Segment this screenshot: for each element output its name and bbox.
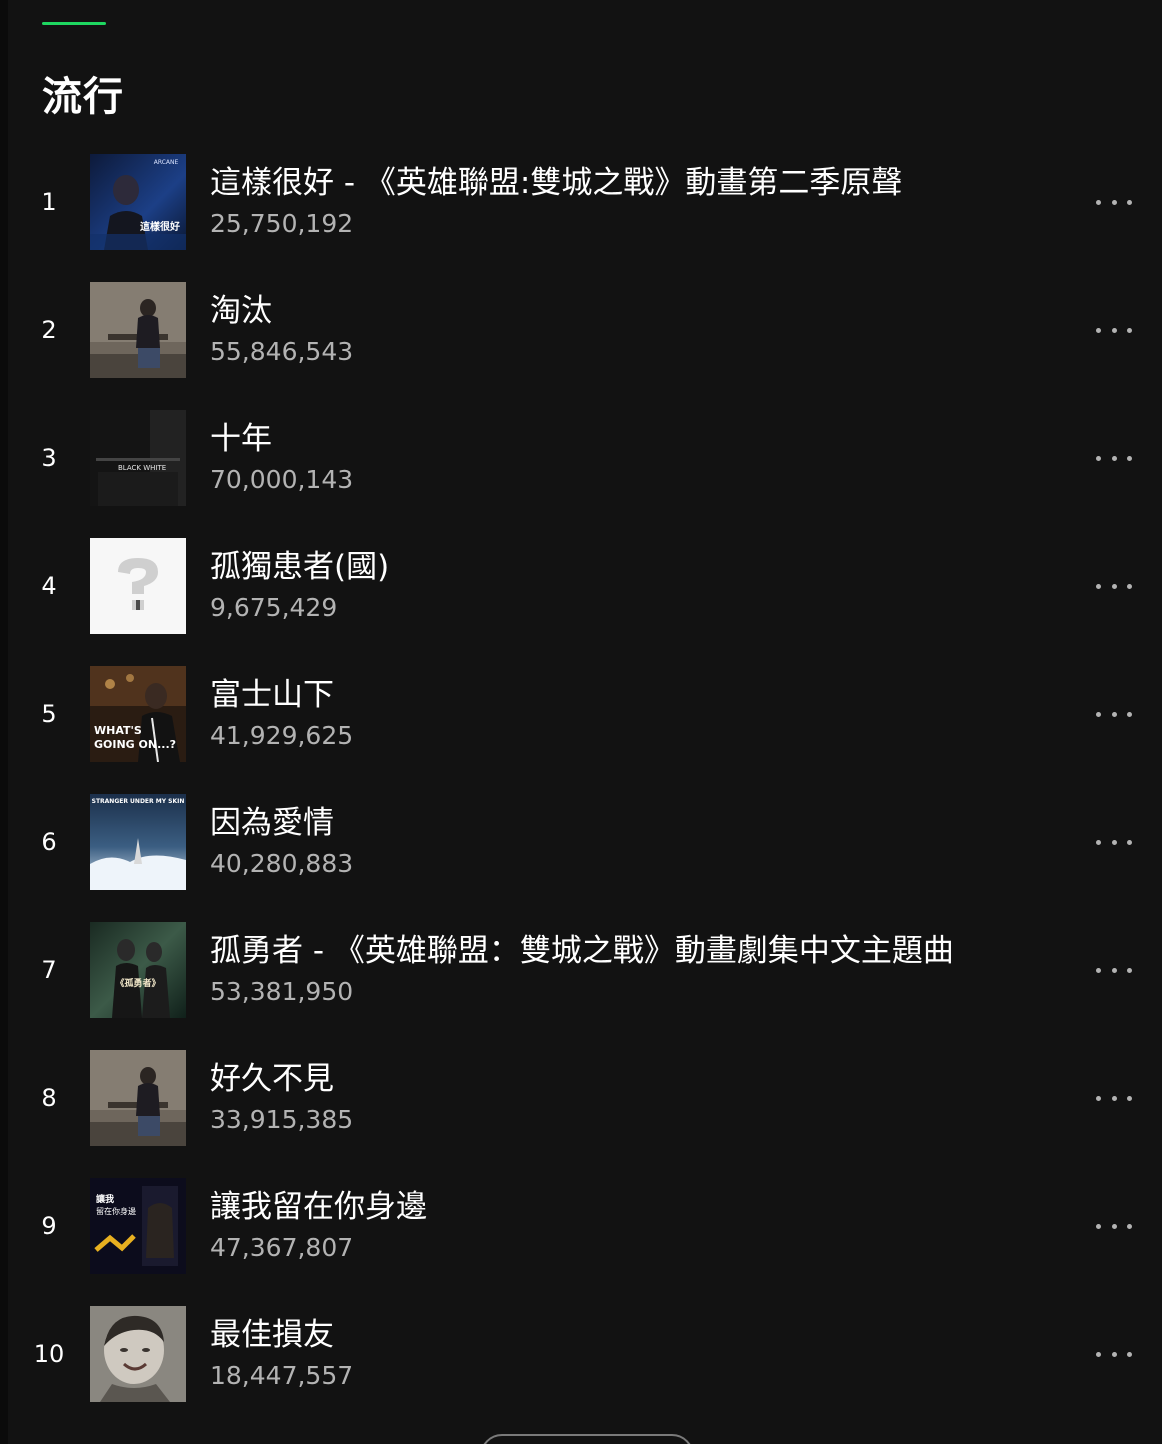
album-cover[interactable]: STRANGER UNDER MY SKIN [90, 794, 186, 890]
track-rank: 4 [41, 572, 57, 600]
album-cover[interactable]: BLACK WHITE [90, 410, 186, 506]
cover-caption: BLACK WHITE [118, 464, 166, 472]
album-cover[interactable]: ARCANE 這樣很好 [90, 154, 186, 250]
album-cover[interactable]: 讓我 留在你身邊 [90, 1178, 186, 1274]
play-count: 9,675,429 [210, 593, 338, 622]
more-options-button[interactable] [1096, 1340, 1132, 1368]
more-options-button[interactable] [1096, 1212, 1132, 1240]
track-title[interactable]: 富士山下 [210, 676, 334, 714]
track-title[interactable]: 因為愛情 [210, 804, 334, 842]
play-count: 25,750,192 [210, 209, 354, 238]
more-horizontal-icon [1096, 711, 1101, 717]
more-options-button[interactable] [1096, 956, 1132, 984]
track-title[interactable]: 十年 [210, 420, 272, 458]
play-count: 53,381,950 [210, 977, 354, 1006]
show-more-button[interactable] [480, 1434, 694, 1444]
more-options-button[interactable] [1096, 188, 1132, 216]
track-rank: 10 [33, 1340, 65, 1368]
track-rank: 7 [41, 956, 57, 984]
play-count: 40,280,883 [210, 849, 354, 878]
track-title[interactable]: 讓我留在你身邊 [210, 1188, 427, 1226]
play-count: 33,915,385 [210, 1105, 354, 1134]
track-row[interactable]: 7 《孤勇者》 孤勇者 - 《英雄聯盟：雙城之戰》動畫劇集中文主題曲 53,38… [0, 906, 1162, 1034]
more-horizontal-icon [1096, 1351, 1101, 1357]
popular-track-list: 1 ARCANE 這樣很好 這樣很好 - 《英雄聯盟:雙城之戰》動畫第二季原聲 … [0, 138, 1162, 1418]
track-title[interactable]: 孤獨患者(國) [210, 548, 389, 586]
album-cover[interactable]: 《孤勇者》 [90, 922, 186, 1018]
track-rank: 2 [41, 316, 57, 344]
cover-caption: 這樣很好 [140, 220, 180, 233]
track-row[interactable]: 8 好久不見 33,915,385 [0, 1034, 1162, 1162]
more-horizontal-icon [1096, 839, 1101, 845]
track-row[interactable]: 5 WHAT'S GOING ON...? 富士山下 41,929,625 [0, 650, 1162, 778]
track-row[interactable]: 3 BLACK WHITE 十年 70,000,143 [0, 394, 1162, 522]
more-horizontal-icon [1096, 967, 1101, 973]
album-cover[interactable] [90, 538, 186, 634]
cover-caption: STRANGER UNDER MY SKIN [92, 798, 185, 805]
section-title: 流行 [42, 74, 124, 120]
track-title[interactable]: 這樣很好 - 《英雄聯盟:雙城之戰》動畫第二季原聲 [210, 164, 902, 202]
album-cover[interactable] [90, 1306, 186, 1402]
more-horizontal-icon [1096, 583, 1101, 589]
play-count: 47,367,807 [210, 1233, 354, 1262]
track-row[interactable]: 6 STRANGER UNDER MY SKIN 因為愛情 40,280,883 [0, 778, 1162, 906]
cover-caption: 《孤勇者》 [115, 977, 160, 989]
more-horizontal-icon [1096, 1095, 1101, 1101]
track-row[interactable]: 1 ARCANE 這樣很好 這樣很好 - 《英雄聯盟:雙城之戰》動畫第二季原聲 … [0, 138, 1162, 266]
play-count: 18,447,557 [210, 1361, 354, 1390]
play-count: 70,000,143 [210, 465, 354, 494]
track-row[interactable]: 2 淘汰 55,846,543 [0, 266, 1162, 394]
track-rank: 9 [41, 1212, 57, 1240]
play-count: 41,929,625 [210, 721, 354, 750]
more-horizontal-icon [1096, 199, 1101, 205]
track-row[interactable]: 10 最佳損友 18,447,557 [0, 1290, 1162, 1418]
cover-caption: GOING ON...? [94, 738, 176, 751]
cover-caption: 讓我 [96, 1193, 114, 1205]
album-cover[interactable] [90, 282, 186, 378]
play-count: 55,846,543 [210, 337, 354, 366]
track-title[interactable]: 好久不見 [210, 1060, 334, 1098]
more-options-button[interactable] [1096, 444, 1132, 472]
more-options-button[interactable] [1096, 828, 1132, 856]
cover-caption: ARCANE [154, 159, 179, 166]
track-title[interactable]: 孤勇者 - 《英雄聯盟：雙城之戰》動畫劇集中文主題曲 [210, 932, 954, 970]
track-row[interactable]: 9 讓我 留在你身邊 讓我留在你身邊 47,367,807 [0, 1162, 1162, 1290]
more-options-button[interactable] [1096, 316, 1132, 344]
track-rank: 6 [41, 828, 57, 856]
artist-page: 流行 1 ARCANE 這樣很好 這樣很好 - 《英雄聯盟:雙城之戰》動畫第二季… [0, 0, 1162, 1444]
more-options-button[interactable] [1096, 700, 1132, 728]
track-row[interactable]: 4 孤獨患者(國) 9,675,429 [0, 522, 1162, 650]
more-horizontal-icon [1096, 455, 1101, 461]
album-cover[interactable] [90, 1050, 186, 1146]
track-rank: 8 [41, 1084, 57, 1112]
track-rank: 1 [41, 188, 57, 216]
more-horizontal-icon [1096, 1223, 1101, 1229]
album-cover[interactable]: WHAT'S GOING ON...? [90, 666, 186, 762]
track-title[interactable]: 最佳損友 [210, 1316, 334, 1354]
track-title[interactable]: 淘汰 [210, 292, 272, 330]
cover-caption: 留在你身邊 [96, 1206, 136, 1216]
more-horizontal-icon [1096, 327, 1101, 333]
more-options-button[interactable] [1096, 1084, 1132, 1112]
tab-indicator [42, 22, 106, 25]
track-rank: 5 [41, 700, 57, 728]
more-options-button[interactable] [1096, 572, 1132, 600]
track-rank: 3 [41, 444, 57, 472]
cover-caption: WHAT'S [94, 724, 142, 737]
